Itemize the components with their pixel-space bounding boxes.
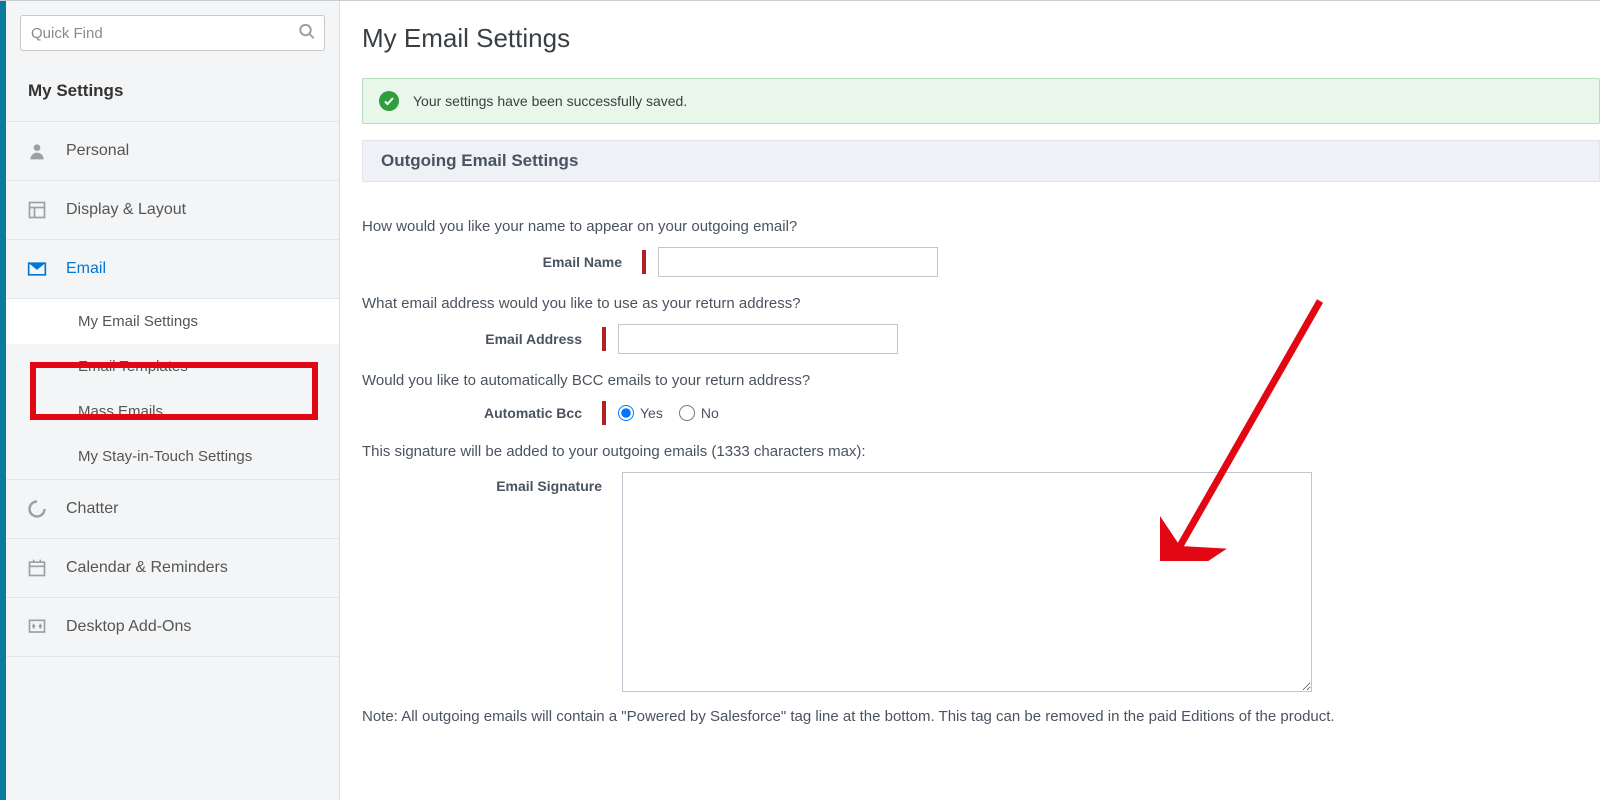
label-email-signature: Email Signature: [362, 472, 622, 494]
subnav-my-email-settings[interactable]: My Email Settings: [6, 299, 339, 344]
quick-find-input[interactable]: [31, 25, 288, 42]
nav-label: Personal: [66, 142, 129, 160]
nav-label: Chatter: [66, 500, 118, 518]
email-subnav: My Email Settings Email Templates Mass E…: [6, 299, 339, 480]
nav-label: Email: [66, 260, 106, 278]
layout-icon: [26, 199, 48, 221]
subnav-stay-in-touch[interactable]: My Stay-in-Touch Settings: [6, 434, 339, 479]
email-address-input[interactable]: [618, 324, 898, 354]
sidebar-heading: My Settings: [6, 61, 339, 122]
section-header: Outgoing Email Settings: [362, 140, 1600, 182]
nav-item-personal[interactable]: Personal: [6, 122, 339, 181]
chatter-icon: [26, 498, 48, 520]
label-email-address: Email Address: [362, 331, 602, 347]
sidebar-nav: Personal Display & Layout Email My Email…: [6, 122, 339, 657]
main-content: My Email Settings Your settings have bee…: [340, 1, 1600, 800]
required-indicator: [602, 401, 606, 425]
nav-item-chatter[interactable]: Chatter: [6, 480, 339, 539]
email-name-input[interactable]: [658, 247, 938, 277]
required-indicator: [642, 250, 646, 274]
nav-item-calendar[interactable]: Calendar & Reminders: [6, 539, 339, 598]
radio-bcc-yes[interactable]: Yes: [618, 405, 663, 421]
calendar-icon: [26, 557, 48, 579]
search-icon: [298, 23, 316, 44]
subnav-mass-emails[interactable]: Mass Emails: [6, 389, 339, 434]
prompt-signature: This signature will be added to your out…: [362, 443, 1600, 460]
nav-label: Calendar & Reminders: [66, 559, 228, 577]
success-message: Your settings have been successfully sav…: [413, 93, 687, 109]
auto-bcc-radio-group: Yes No: [618, 405, 719, 421]
prompt-auto-bcc: Would you like to automatically BCC emai…: [362, 372, 1600, 389]
sidebar: My Settings Personal Display & Layout Em…: [0, 1, 340, 800]
label-email-name: Email Name: [362, 254, 642, 270]
person-icon: [26, 140, 48, 162]
addons-icon: [26, 616, 48, 638]
page-title: My Email Settings: [362, 13, 1600, 78]
mail-icon: [26, 258, 48, 280]
radio-bcc-yes-input[interactable]: [618, 405, 634, 421]
nav-item-display-layout[interactable]: Display & Layout: [6, 181, 339, 240]
email-settings-form: How would you like your name to appear o…: [362, 182, 1600, 725]
label-auto-bcc: Automatic Bcc: [362, 405, 602, 421]
subnav-email-templates[interactable]: Email Templates: [6, 344, 339, 389]
radio-bcc-no-input[interactable]: [679, 405, 695, 421]
nav-item-desktop-addons[interactable]: Desktop Add-Ons: [6, 598, 339, 657]
check-icon: [379, 91, 399, 111]
radio-bcc-no[interactable]: No: [679, 405, 719, 421]
nav-label: Desktop Add-Ons: [66, 618, 191, 636]
nav-item-email[interactable]: Email: [6, 240, 339, 299]
success-banner: Your settings have been successfully sav…: [362, 78, 1600, 124]
footer-note: Note: All outgoing emails will contain a…: [362, 708, 1600, 725]
prompt-email-address: What email address would you like to use…: [362, 295, 1600, 312]
prompt-email-name: How would you like your name to appear o…: [362, 218, 1600, 235]
nav-label: Display & Layout: [66, 201, 186, 219]
email-signature-textarea[interactable]: [622, 472, 1312, 692]
quick-find-search[interactable]: [20, 15, 325, 51]
required-indicator: [602, 327, 606, 351]
